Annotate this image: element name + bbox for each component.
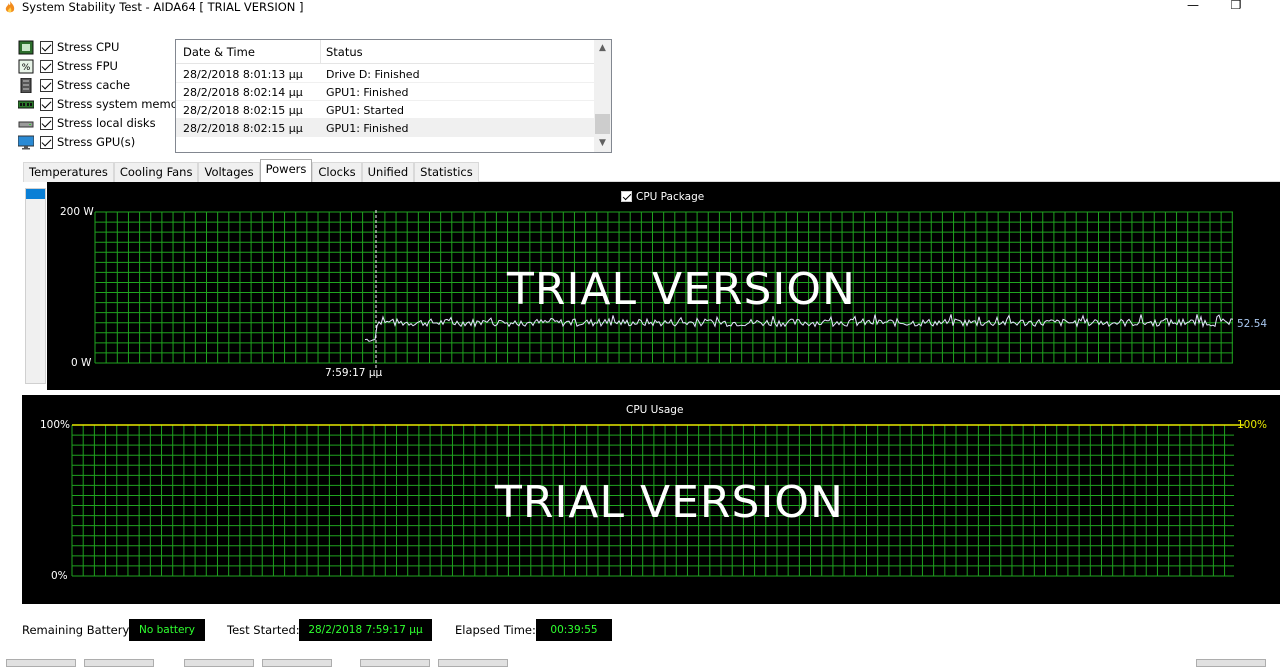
tab-clocks[interactable]: Clocks [312, 162, 362, 182]
trial-watermark: TRIAL VERSION [507, 264, 856, 315]
start-button[interactable] [6, 659, 76, 667]
battery-value: No battery [129, 619, 205, 641]
cpuid-button[interactable] [360, 659, 430, 667]
elapsed-time-label: Elapsed Time: [455, 623, 536, 637]
stress-cache-label: Stress cache [57, 78, 131, 92]
tab-powers[interactable]: Powers [259, 159, 313, 182]
power-graph: CPU Package 200 W 0 W 7:59:17 μμ 52.54 T… [47, 182, 1280, 390]
tab-temperatures[interactable]: Temperatures [23, 162, 114, 182]
power-time-marker-label: 7:59:17 μμ [325, 367, 383, 379]
stress-gpu-checkbox[interactable] [40, 135, 53, 149]
graph-tabs: Temperatures Cooling Fans Voltages Power… [23, 159, 479, 182]
stress-disks-label: Stress local disks [57, 116, 156, 130]
stress-memory-option[interactable]: Stress system memory [17, 95, 189, 113]
stress-fpu-option[interactable]: % Stress FPU [17, 57, 118, 75]
stress-memory-checkbox[interactable] [40, 97, 53, 111]
log-status: GPU1: Finished [326, 86, 409, 99]
usage-current-value: 100% [1237, 419, 1268, 431]
log-datetime: 28/2/2018 8:02:15 μμ [183, 104, 303, 117]
log-status: GPU1: Finished [326, 122, 409, 135]
stress-gpu-label: Stress GPU(s) [57, 135, 136, 149]
battery-label: Remaining Battery: [22, 623, 133, 637]
aida64-flame-icon [5, 1, 15, 13]
stop-button[interactable] [84, 659, 154, 667]
stress-cpu-label: Stress CPU [57, 40, 120, 54]
log-datetime: 28/2/2018 8:02:14 μμ [183, 86, 303, 99]
trial-watermark: TRIAL VERSION [495, 477, 844, 528]
log-column-status[interactable]: Status [326, 45, 363, 59]
tab-unified[interactable]: Unified [361, 162, 415, 182]
cpu-package-legend-checkbox[interactable] [621, 191, 632, 202]
stress-fpu-label: Stress FPU [57, 59, 118, 73]
usage-y-max-label: 100% [40, 419, 71, 431]
log-row[interactable]: 28/2/2018 8:02:15 μμ GPU1: Started [176, 101, 595, 119]
log-column-datetime[interactable]: Date & Time [183, 45, 255, 59]
log-row[interactable]: 28/2/2018 8:02:14 μμ GPU1: Finished [176, 83, 595, 101]
cpu-icon [17, 39, 35, 55]
disk-icon [17, 115, 35, 131]
log-status: GPU1: Started [326, 104, 405, 117]
test-started-label: Test Started: [227, 623, 300, 637]
log-row[interactable]: 28/2/2018 8:01:13 μμ Drive D: Finished [176, 65, 595, 83]
log-datetime: 28/2/2018 8:02:15 μμ [183, 122, 303, 135]
elapsed-time-value: 00:39:55 [536, 619, 612, 641]
tab-statistics[interactable]: Statistics [414, 162, 479, 182]
log-scrollbar[interactable]: ▲ ▼ [594, 40, 611, 152]
tab-cooling-fans[interactable]: Cooling Fans [113, 162, 199, 182]
title-bar: System Stability Test - AIDA64 [ TRIAL V… [0, 0, 1280, 16]
window-title: System Stability Test - AIDA64 [ TRIAL V… [22, 0, 304, 14]
log-datetime: 28/2/2018 8:01:13 μμ [183, 68, 303, 81]
cpu-package-power-line [364, 314, 1234, 342]
clear-button[interactable] [184, 659, 254, 667]
fpu-icon: % [17, 58, 35, 74]
event-log-list[interactable]: Date & Time Status 28/2/2018 8:01:13 μμ … [175, 39, 612, 153]
preferences-button[interactable] [438, 659, 508, 667]
scroll-thumb[interactable] [595, 114, 610, 134]
stress-cache-checkbox[interactable] [40, 78, 53, 92]
stress-gpu-option[interactable]: Stress GPU(s) [17, 133, 135, 151]
log-header: Date & Time Status [176, 40, 595, 64]
close-button[interactable] [1196, 659, 1266, 667]
scroll-down-icon[interactable]: ▼ [594, 135, 611, 152]
log-status: Drive D: Finished [326, 68, 420, 81]
save-button[interactable] [262, 659, 332, 667]
memory-icon [17, 96, 35, 112]
cpu-package-legend: CPU Package [636, 191, 705, 203]
stress-memory-label: Stress system memory [57, 97, 190, 111]
stress-disks-checkbox[interactable] [40, 116, 53, 130]
test-started-value: 28/2/2018 7:59:17 μμ [299, 619, 432, 641]
stress-disks-option[interactable]: Stress local disks [17, 114, 156, 132]
minimize-button[interactable]: — [1170, 0, 1216, 14]
log-column-separator[interactable] [320, 40, 321, 64]
stress-fpu-checkbox[interactable] [40, 59, 53, 73]
cpu-usage-title: CPU Usage [626, 404, 684, 416]
stress-cpu-option[interactable]: Stress CPU [17, 38, 119, 56]
stress-cache-option[interactable]: Stress cache [17, 76, 130, 94]
usage-y-min-label: 0% [51, 570, 68, 582]
log-row-selected[interactable]: 28/2/2018 8:02:15 μμ GPU1: Finished [176, 119, 595, 137]
tab-voltages[interactable]: Voltages [198, 162, 260, 182]
cpu-usage-graph: CPU Usage 100% 0% 100% TRIAL VERSION [22, 395, 1280, 604]
restore-button[interactable]: ❐ [1213, 0, 1259, 14]
stress-cpu-checkbox[interactable] [40, 40, 53, 54]
cache-icon [17, 77, 35, 93]
svg-text:%: % [22, 63, 31, 73]
power-current-value: 52.54 [1237, 318, 1268, 330]
power-y-min-label: 0 W [71, 357, 92, 369]
scroll-up-icon[interactable]: ▲ [594, 40, 611, 57]
power-y-max-label: 200 W [60, 206, 94, 218]
monitor-icon [17, 134, 35, 150]
sensor-list-strip[interactable] [25, 188, 46, 384]
sensor-list-selected-item[interactable] [26, 189, 45, 199]
